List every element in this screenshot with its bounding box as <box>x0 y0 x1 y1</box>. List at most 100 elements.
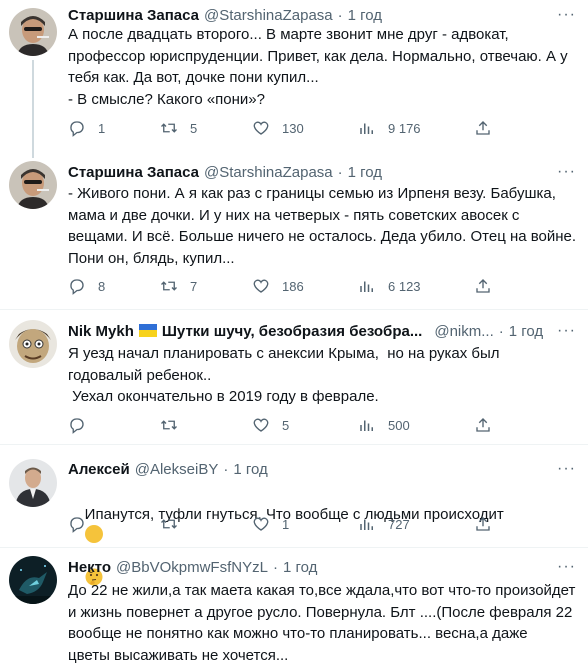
tweet-4[interactable]: Алексей @AlekseiBY · 1 год ··· Ипанутся,… <box>0 445 588 586</box>
retweet-icon <box>161 123 177 133</box>
retweet-button[interactable]: 5 <box>160 119 197 137</box>
views-button[interactable]: 9 176 <box>358 119 421 137</box>
share-button[interactable] <box>474 119 492 137</box>
retweet-button[interactable] <box>160 515 190 533</box>
username[interactable]: @AlekseiBY <box>135 461 219 478</box>
tweet-5[interactable]: Некто @BbVOkpmwFsfNYzL · 1 год ··· До 22… <box>0 548 588 666</box>
tweet-text: А после двадцать второго... В марте звон… <box>68 26 568 108</box>
tweet-actions: 1 727 <box>68 514 578 534</box>
avatar[interactable] <box>9 556 57 604</box>
tweet-actions: 1 5 130 9 176 <box>68 118 578 138</box>
like-button[interactable]: 1 <box>252 515 289 533</box>
display-name[interactable]: Nik Mykh <box>68 323 134 340</box>
reply-icon <box>70 121 84 137</box>
avatar[interactable] <box>9 161 57 209</box>
share-icon <box>476 418 490 432</box>
username[interactable]: @nikm... <box>434 323 493 340</box>
share-button[interactable] <box>474 515 492 533</box>
reply-count: 1 <box>98 120 106 136</box>
retweet-count: 7 <box>190 278 198 294</box>
reply-button[interactable] <box>68 416 98 434</box>
views-button[interactable]: 500 <box>358 416 410 434</box>
display-name[interactable]: Старшина Запаса <box>68 7 199 24</box>
avatar[interactable] <box>9 459 57 507</box>
more-options-icon[interactable]: ··· <box>557 6 576 24</box>
tweet-header: Алексей @AlekseiBY · 1 год <box>68 458 268 480</box>
view-count: 500 <box>388 417 410 433</box>
separator-dot: · <box>223 460 229 478</box>
avatar[interactable] <box>9 8 57 56</box>
username[interactable]: @StarshinaZapasa <box>204 7 333 24</box>
reply-button[interactable] <box>68 515 98 533</box>
tweet-text: - Живого пони. А я как раз с границы сем… <box>68 185 577 267</box>
username[interactable]: @BbVOkpmwFsfNYzL <box>116 559 268 576</box>
timestamp[interactable]: 1 год <box>348 7 382 24</box>
separator-dot: · <box>337 163 343 181</box>
retweet-icon <box>161 420 177 430</box>
display-name[interactable]: Некто <box>68 559 111 576</box>
tweet-3[interactable]: Nik Mykh Шутки шучу, безобразия безобра.… <box>0 310 588 444</box>
more-options-icon[interactable]: ··· <box>557 460 576 478</box>
like-count: 1 <box>282 516 290 532</box>
separator-dot: · <box>337 6 343 24</box>
reply-button[interactable]: 1 <box>68 119 105 137</box>
timestamp[interactable]: 1 год <box>509 323 543 340</box>
ukraine-flag-icon <box>138 323 157 337</box>
retweet-icon <box>161 281 177 291</box>
share-icon <box>476 279 490 293</box>
like-button[interactable]: 130 <box>252 119 304 137</box>
tweet-header: Старшина Запаса @StarshinaZapasa · 1 год <box>68 4 382 26</box>
timestamp[interactable]: 1 год <box>283 559 317 576</box>
analytics-icon <box>360 420 373 431</box>
avatar[interactable] <box>9 320 57 368</box>
retweet-icon <box>161 519 177 529</box>
retweet-count: 5 <box>190 120 198 136</box>
display-name[interactable]: Старшина Запаса <box>68 164 199 181</box>
share-icon <box>476 121 490 135</box>
tweet-actions: 8 7 186 6 123 <box>68 276 578 296</box>
tweet-actions: 5 500 <box>68 415 578 435</box>
tweet-header: Nik Mykh Шутки шучу, безобразия безобра.… <box>68 320 543 342</box>
tweet-header: Старшина Запаса @StarshinaZapasa · 1 год <box>68 161 382 183</box>
reply-icon <box>70 418 84 434</box>
like-button[interactable]: 186 <box>252 277 304 295</box>
tweet-header: Некто @BbVOkpmwFsfNYzL · 1 год <box>68 556 317 578</box>
retweet-button[interactable] <box>160 416 190 434</box>
share-button[interactable] <box>474 277 492 295</box>
analytics-icon <box>360 519 373 530</box>
thread-connector <box>32 60 34 158</box>
separator-dot: · <box>498 322 504 340</box>
tweet-text: До 22 не жили,а так маета какая то,все ж… <box>68 582 576 664</box>
like-count: 130 <box>282 120 304 136</box>
retweet-button[interactable]: 7 <box>160 277 197 295</box>
more-options-icon[interactable]: ··· <box>557 558 576 576</box>
like-count: 186 <box>282 278 304 294</box>
more-options-icon[interactable]: ··· <box>557 163 576 181</box>
separator-dot: · <box>272 558 278 576</box>
more-options-icon[interactable]: ··· <box>557 322 576 340</box>
username[interactable]: @StarshinaZapasa <box>204 164 333 181</box>
display-name-suffix[interactable]: Шутки шучу, безобразия безобра... <box>162 323 422 340</box>
share-icon <box>476 517 490 531</box>
heart-icon <box>253 279 269 293</box>
tweet-2[interactable]: Старшина Запаса @StarshinaZapasa · 1 год… <box>0 154 588 308</box>
reply-icon <box>70 517 84 533</box>
tweet-1[interactable]: Старшина Запаса @StarshinaZapasa · 1 год… <box>0 0 588 158</box>
reply-button[interactable]: 8 <box>68 277 105 295</box>
view-count: 727 <box>388 516 410 532</box>
share-button[interactable] <box>474 416 492 434</box>
reply-count: 8 <box>98 278 106 294</box>
reply-icon <box>70 279 84 295</box>
timestamp[interactable]: 1 год <box>348 164 382 181</box>
tweet-text: Я уезд начал планировать с анексии Крыма… <box>68 345 500 405</box>
timestamp[interactable]: 1 год <box>233 461 267 478</box>
analytics-icon <box>360 281 373 292</box>
views-button[interactable]: 727 <box>358 515 410 533</box>
heart-icon <box>253 418 269 432</box>
view-count: 6 123 <box>388 278 421 294</box>
like-button[interactable]: 5 <box>252 416 289 434</box>
views-button[interactable]: 6 123 <box>358 277 421 295</box>
heart-icon <box>253 517 269 531</box>
display-name[interactable]: Алексей <box>68 461 130 478</box>
like-count: 5 <box>282 417 290 433</box>
